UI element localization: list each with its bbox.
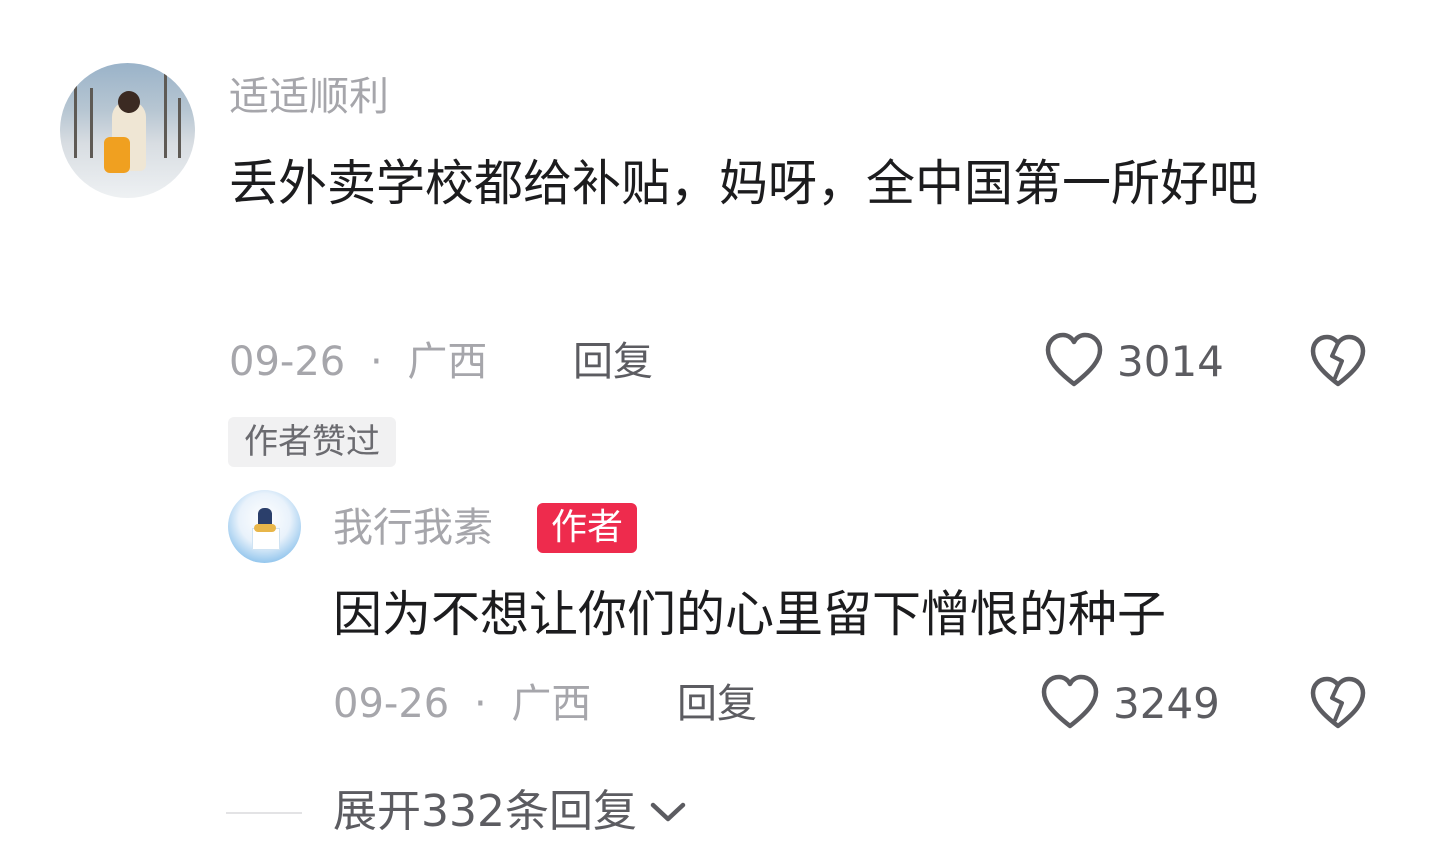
meta-separator: · [473, 681, 487, 727]
comment-username[interactable]: 适适顺利 [229, 73, 389, 121]
like-count: 3014 [1117, 337, 1224, 386]
broken-heart-icon[interactable] [1309, 334, 1367, 390]
reply-meta: 09-26 · 广西 [333, 680, 591, 728]
reply-location: 广西 [511, 681, 592, 727]
divider [226, 812, 302, 814]
meta-separator: · [369, 339, 383, 385]
avatar-tree [90, 88, 93, 158]
reply-username[interactable]: 我行我素 [333, 504, 493, 552]
avatar-tree [178, 98, 181, 158]
avatar-flowers [254, 524, 276, 532]
avatar-bag [104, 137, 130, 173]
avatar[interactable] [228, 490, 301, 563]
expand-replies-button[interactable]: 展开332条回复 [333, 786, 687, 838]
avatar-tree [74, 68, 77, 158]
broken-heart-icon[interactable] [1309, 676, 1367, 732]
reply-button[interactable]: 回复 [573, 338, 653, 386]
like-count: 3249 [1113, 679, 1220, 728]
heart-outline-icon[interactable] [1044, 332, 1104, 390]
reply-text: 因为不想让你们的心里留下憎恨的种子 [333, 586, 1167, 643]
avatar-head [118, 91, 140, 113]
author-liked-tag: 作者赞过 [228, 417, 396, 467]
expand-replies-label: 展开332条回复 [333, 786, 637, 837]
reply-button[interactable]: 回复 [677, 680, 757, 728]
chevron-down-icon [649, 799, 687, 825]
avatar[interactable] [60, 63, 195, 198]
comment-date: 09-26 [229, 339, 346, 385]
heart-outline-icon[interactable] [1040, 674, 1100, 732]
comment-location: 广西 [407, 339, 488, 385]
comment-text: 丢外卖学校都给补贴，妈呀，全中国第一所好吧 [229, 155, 1259, 212]
avatar-tree [164, 73, 167, 158]
author-badge: 作者 [537, 503, 638, 553]
comment-meta: 09-26 · 广西 [229, 338, 487, 386]
reply-date: 09-26 [333, 681, 450, 727]
